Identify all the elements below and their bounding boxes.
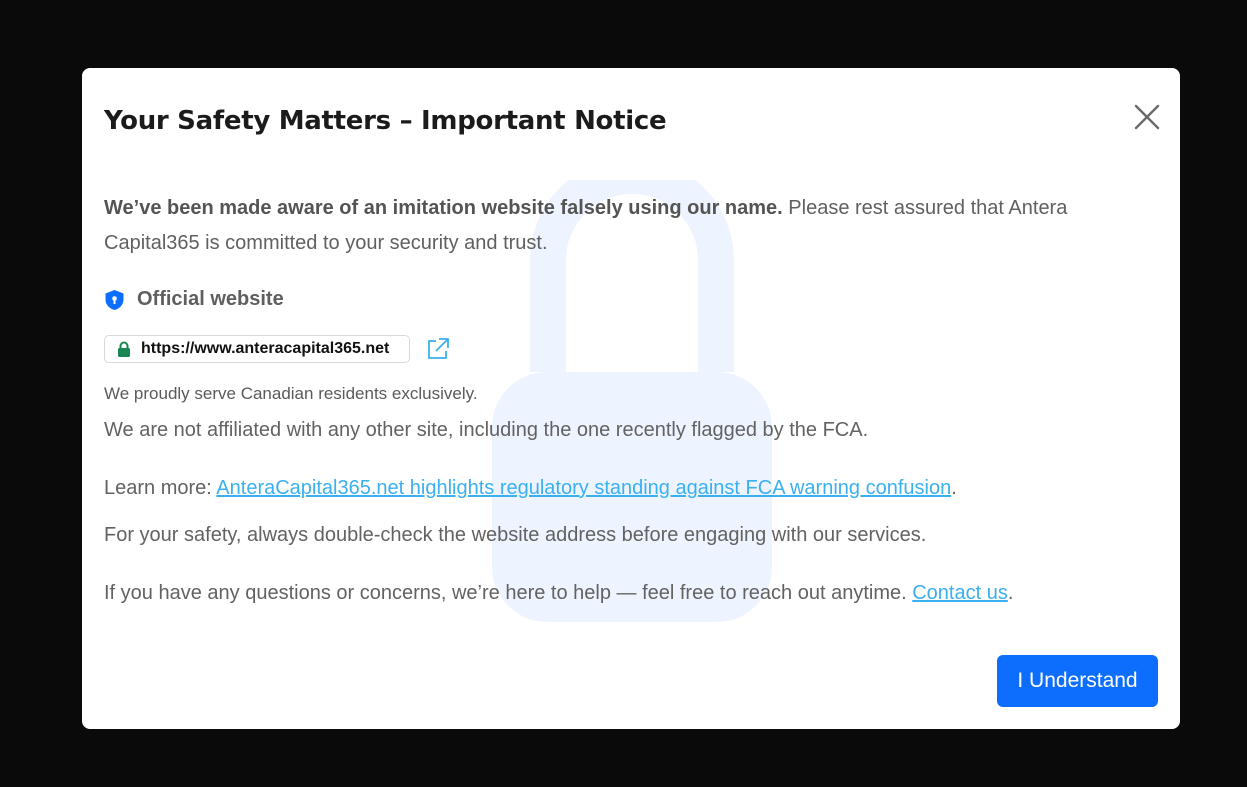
official-website-label: Official website [137,288,284,310]
learn-more-prefix: Learn more: [104,477,217,499]
padlock-icon [118,341,130,357]
safety-notice-dialog: Your Safety Matters – Important Notice W… [82,68,1180,729]
close-icon [1134,104,1160,130]
learn-more-link[interactable]: AnteraCapital365.net highlights regulato… [216,477,951,499]
learn-more-paragraph: Learn more: AnteraCapital365.net highlig… [104,477,957,500]
i-understand-button[interactable]: I Understand [997,655,1158,707]
residents-note: We proudly serve Canadian residents excl… [104,384,478,403]
official-url-text: https://www.anteracapital365.net [141,340,390,357]
dialog-title: Your Safety Matters – Important Notice [104,106,667,136]
contact-paragraph: If you have any questions or concerns, w… [104,582,1013,605]
contact-us-link[interactable]: Contact us [912,582,1008,604]
contact-suffix: . [1007,582,1014,604]
questions-text: If you have any questions or concerns, w… [104,582,913,604]
safety-note: For your safety, always double-check the… [104,524,927,546]
external-link-icon [428,338,449,359]
shield-icon [105,289,124,310]
intro-bold-text: We’ve been made aware of an imitation we… [104,197,783,219]
official-url-badge: https://www.anteracapital365.net [104,335,410,363]
open-official-site-link[interactable] [425,336,451,362]
official-website-heading: Official website [104,288,284,311]
close-button[interactable] [1132,102,1162,132]
learn-more-suffix: . [951,477,957,499]
not-affiliated-text: We are not affiliated with any other sit… [104,419,869,441]
intro-paragraph: We’ve been made aware of an imitation we… [104,191,1144,261]
